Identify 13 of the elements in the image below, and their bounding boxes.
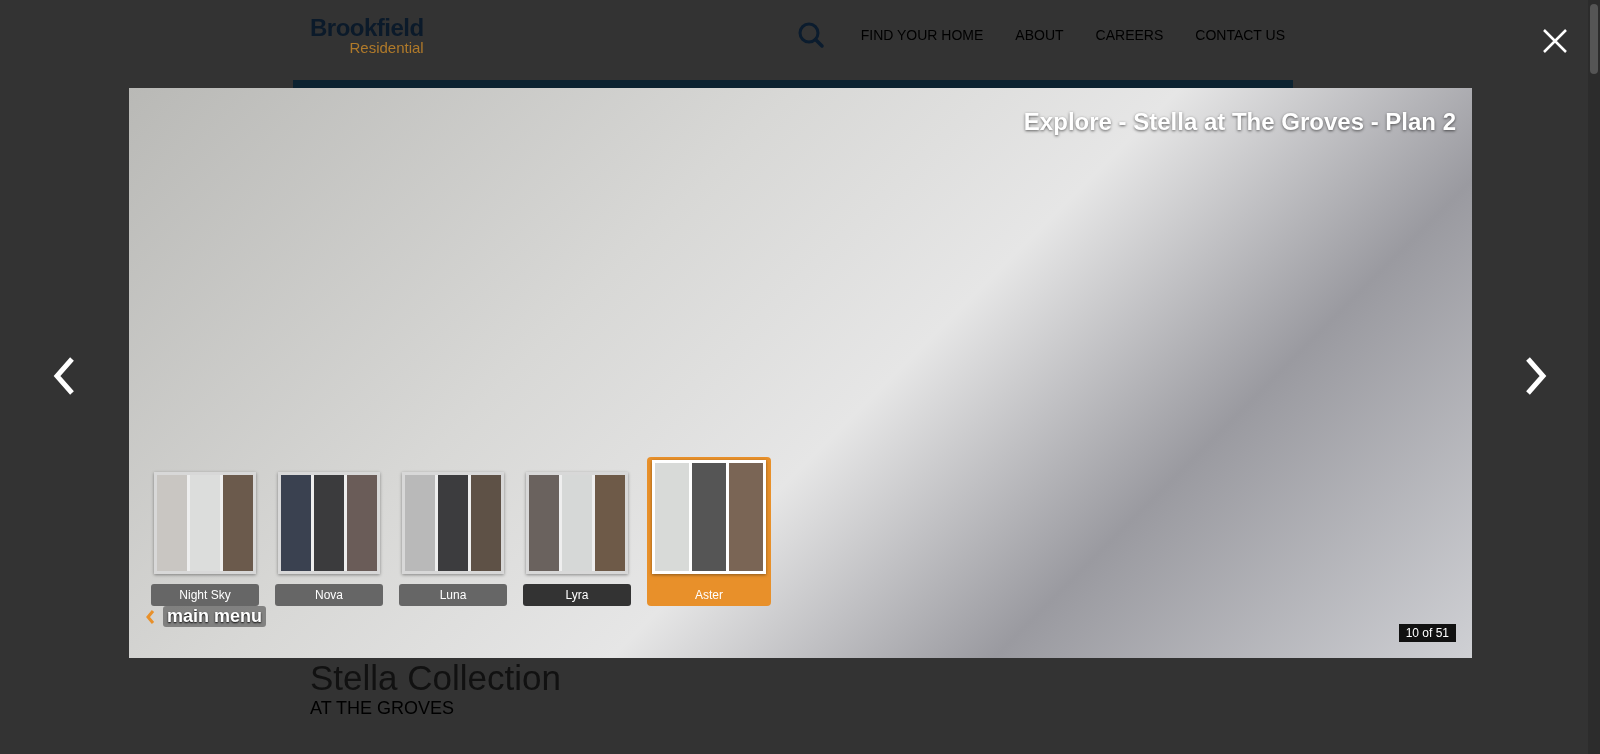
swatch-label[interactable]: Lyra xyxy=(523,584,631,606)
swatch-card[interactable]: Lyra xyxy=(523,472,631,606)
close-icon[interactable] xyxy=(1542,28,1568,54)
swatch-label[interactable]: Nova xyxy=(275,584,383,606)
image-counter: 10 of 51 xyxy=(1398,624,1456,642)
main-menu-link[interactable]: main menu xyxy=(163,606,267,627)
swatch-card[interactable]: Night Sky xyxy=(151,472,259,606)
swatch-card[interactable]: Luna xyxy=(399,472,507,606)
swatch-label[interactable]: Luna xyxy=(399,584,507,606)
swatch-card[interactable]: Nova xyxy=(275,472,383,606)
swatch-label[interactable]: Night Sky xyxy=(151,584,259,606)
tour-title: Explore - Stella at The Groves - Plan 2 xyxy=(1023,108,1456,136)
scrollbar[interactable] xyxy=(1588,0,1600,754)
